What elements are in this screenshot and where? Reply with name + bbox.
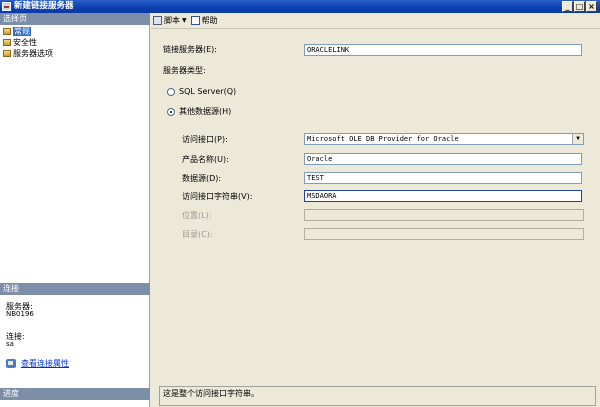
provider-string-input[interactable]: MSDAORA bbox=[304, 190, 582, 202]
server-type-label: 服务器类型: bbox=[163, 66, 206, 75]
app-icon bbox=[2, 2, 11, 11]
connection-value: sa bbox=[6, 340, 14, 348]
help-button[interactable]: 帮助 bbox=[190, 15, 218, 26]
radio-other-data-source[interactable]: 其他数据源(H) bbox=[167, 106, 231, 117]
page-item-label: 常规 bbox=[13, 27, 31, 36]
radio-button[interactable] bbox=[167, 107, 175, 116]
radio-other-data-source-label: 其他数据源(H) bbox=[179, 107, 232, 116]
radio-sql-server[interactable]: SQL Server(Q) bbox=[167, 87, 236, 96]
script-icon bbox=[153, 16, 162, 25]
progress-header: 进度 bbox=[0, 388, 150, 400]
minimize-button[interactable]: _ bbox=[562, 1, 573, 12]
properties-icon bbox=[6, 359, 16, 368]
maximize-button[interactable]: □ bbox=[574, 1, 585, 12]
script-button[interactable]: 脚本 ▼ bbox=[153, 15, 187, 26]
chevron-down-icon[interactable]: ▼ bbox=[182, 17, 187, 24]
page-icon bbox=[3, 50, 11, 57]
close-button[interactable]: × bbox=[586, 1, 597, 12]
linked-server-label: 链接服务器(E): bbox=[163, 45, 217, 54]
script-label: 脚本 bbox=[164, 16, 180, 25]
view-connection-properties[interactable]: 查看连接属性 bbox=[6, 358, 69, 369]
product-name-label: 产品名称(U): bbox=[182, 155, 229, 164]
data-source-label: 数据源(D): bbox=[182, 174, 222, 183]
provider-string-label: 访问接口字符串(V): bbox=[182, 192, 253, 201]
page-item-server-options[interactable]: 服务器选项 bbox=[3, 49, 53, 58]
connection-header: 连接 bbox=[0, 283, 150, 295]
page-item-general[interactable]: 常规 bbox=[3, 27, 31, 36]
help-label: 帮助 bbox=[201, 16, 218, 25]
description-box: 这是整个访问接口字符串。 bbox=[159, 386, 596, 406]
catalog-label: 目录(C): bbox=[182, 230, 213, 239]
toolbar: 脚本 ▼ 帮助 bbox=[151, 13, 600, 29]
provider-value: Microsoft OLE DB Provider for Oracle bbox=[307, 135, 459, 143]
provider-dropdown[interactable]: Microsoft OLE DB Provider for Oracle ▼ bbox=[304, 133, 584, 145]
main-panel: 脚本 ▼ 帮助 链接服务器(E): ORACLELINK 服务器类型: SQL … bbox=[151, 13, 600, 407]
page-item-security[interactable]: 安全性 bbox=[3, 38, 37, 47]
location-input[interactable] bbox=[304, 209, 584, 221]
product-name-input[interactable]: Oracle bbox=[304, 153, 582, 165]
view-connection-properties-link[interactable]: 查看连接属性 bbox=[21, 358, 69, 369]
location-label: 位置(L): bbox=[182, 211, 212, 220]
window-title: 新建链接服务器 bbox=[14, 1, 74, 11]
linked-server-input[interactable]: ORACLELINK bbox=[304, 44, 582, 56]
data-source-input[interactable]: TEST bbox=[304, 172, 582, 184]
left-panel: 选择页 常规 安全性 服务器选项 连接 服务器: NB0196 连接: sa 查… bbox=[0, 13, 150, 407]
provider-label: 访问接口(P): bbox=[182, 135, 228, 144]
page-icon bbox=[3, 39, 11, 46]
select-page-header: 选择页 bbox=[0, 13, 150, 25]
window-controls: _ □ × bbox=[562, 1, 597, 12]
page-item-label: 服务器选项 bbox=[13, 49, 53, 58]
page-icon bbox=[3, 28, 11, 35]
radio-button[interactable] bbox=[167, 87, 175, 96]
help-icon bbox=[190, 16, 200, 25]
page-item-label: 安全性 bbox=[13, 38, 37, 47]
server-value: NB0196 bbox=[6, 310, 34, 318]
catalog-input[interactable] bbox=[304, 228, 584, 240]
title-bar: 新建链接服务器 _ □ × bbox=[0, 0, 600, 13]
radio-sql-server-label: SQL Server(Q) bbox=[179, 87, 237, 96]
chevron-down-icon[interactable]: ▼ bbox=[572, 134, 583, 144]
